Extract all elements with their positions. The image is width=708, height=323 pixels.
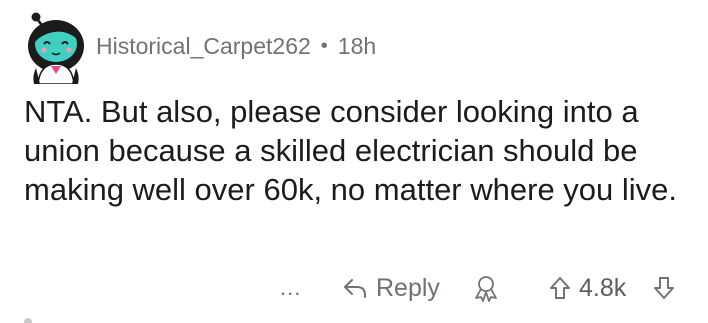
reply-arrow-icon	[344, 279, 366, 298]
meta-separator: •	[320, 34, 328, 57]
comment-actions: ... Reply 4.8k	[0, 266, 708, 310]
timestamp[interactable]: 18h	[338, 33, 376, 60]
upvote-arrow-icon	[550, 277, 570, 299]
award-button[interactable]	[472, 266, 500, 310]
thread-line-stub	[24, 318, 32, 323]
username[interactable]: Historical_Carpet262	[96, 33, 311, 60]
comment-body: NTA. But also, please consider looking i…	[24, 94, 678, 207]
more-options-button[interactable]: ...	[280, 266, 301, 310]
upvote-button[interactable]	[548, 266, 572, 310]
avatar-icon	[28, 12, 84, 85]
downvote-arrow-icon	[654, 277, 674, 299]
reply-button[interactable]: Reply	[342, 266, 440, 310]
vote-score: 4.8k	[579, 273, 627, 302]
more-label: ...	[280, 275, 302, 300]
reply-label: Reply	[376, 273, 440, 302]
comment-header: Historical_Carpet262 • 18h	[96, 28, 376, 64]
downvote-button[interactable]	[652, 266, 676, 310]
avatar[interactable]	[18, 8, 94, 85]
comment: Historical_Carpet262 • 18h NTA. But also…	[0, 0, 708, 323]
award-icon	[475, 276, 497, 302]
